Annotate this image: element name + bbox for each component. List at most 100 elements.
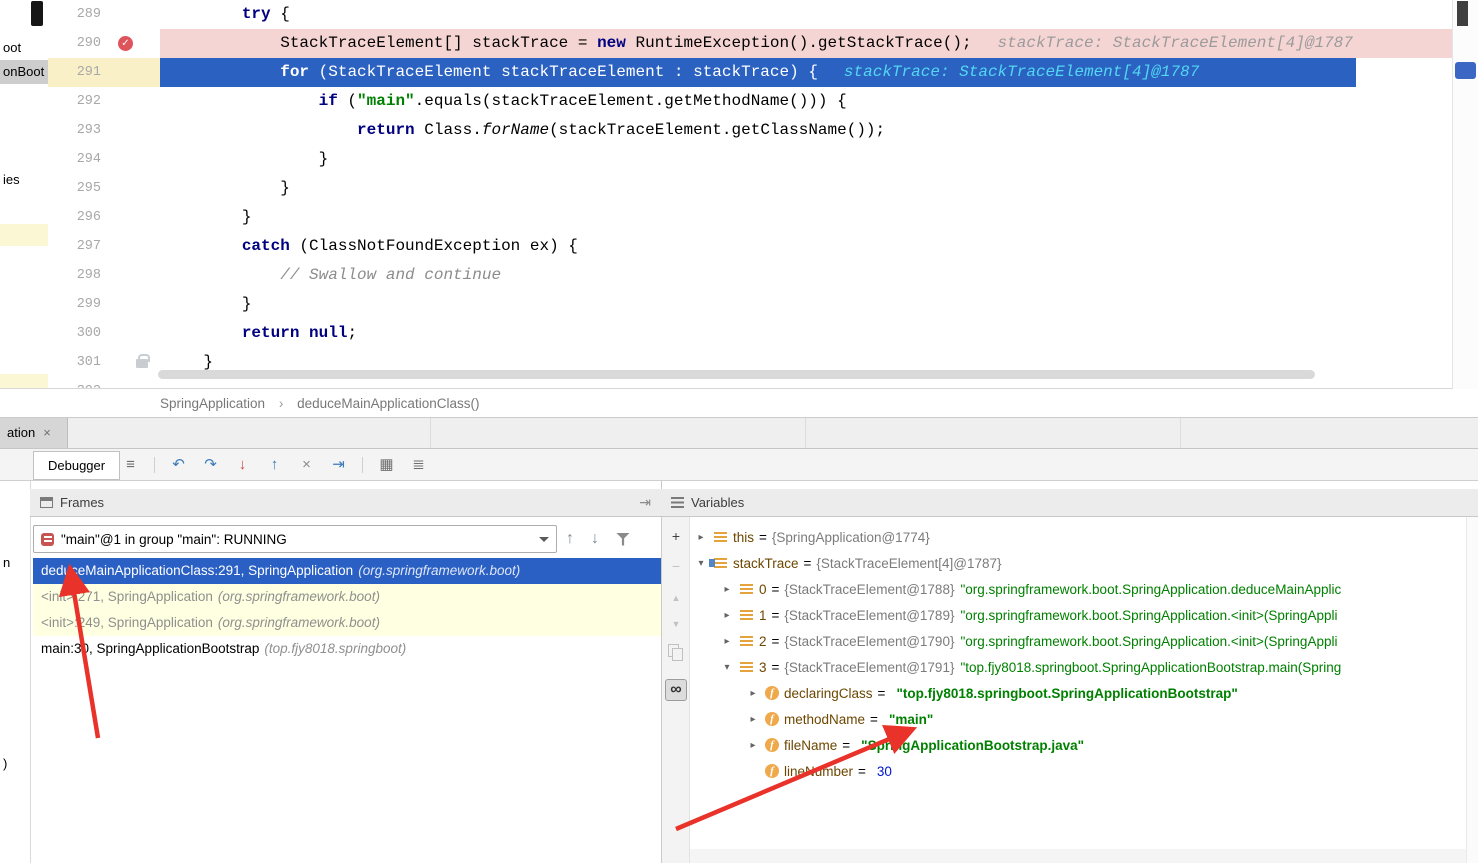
variable-row[interactable]: ▸this={SpringApplication@1774} (690, 524, 1466, 550)
settings-sliders-icon[interactable]: ≣ (408, 454, 429, 476)
line-number[interactable]: 296 (48, 203, 110, 232)
code-text[interactable]: try { (160, 0, 1452, 29)
expand-chevron-icon[interactable]: ▸ (718, 584, 736, 595)
variables-panel-header: Variables (661, 489, 1478, 517)
variable-row[interactable]: flineNumber=30 (690, 758, 1466, 784)
line-number[interactable]: 300 (48, 319, 110, 348)
move-watch-up-button[interactable]: ▲ (665, 587, 687, 609)
thread-selector[interactable]: "main"@1 in group "main": RUNNING (33, 525, 557, 553)
gutter-icon-slot (110, 290, 160, 319)
previous-frame-icon[interactable]: ↑ (566, 531, 574, 547)
code-segment: } (165, 295, 251, 313)
add-watch-button[interactable]: + (665, 525, 687, 547)
variable-row[interactable]: ▸0={StackTraceElement@1788}"org.springfr… (690, 576, 1466, 602)
execution-line-stripe-mark[interactable] (1455, 62, 1476, 79)
force-step-into-icon[interactable]: ↓ (232, 454, 253, 476)
breadcrumb-method[interactable]: deduceMainApplicationClass() (297, 396, 479, 411)
chevron-down-icon[interactable] (534, 526, 556, 552)
editor-horizontal-scrollbar[interactable] (158, 370, 1315, 379)
breadcrumb-class[interactable]: SpringApplication (160, 396, 265, 411)
code-segment: for (280, 63, 309, 81)
run-to-cursor-icon[interactable]: ⇥ (328, 454, 349, 476)
expand-chevron-icon[interactable]: ▾ (692, 558, 710, 569)
sidebar-text-fragment[interactable]: onBoot (0, 60, 48, 84)
drop-frame-icon[interactable]: × (296, 454, 317, 476)
expand-chevron-icon[interactable]: ▸ (718, 636, 736, 647)
expand-chevron-icon[interactable]: ▸ (744, 714, 762, 725)
line-number[interactable]: 292 (48, 87, 110, 116)
variable-row[interactable]: ▾3={StackTraceElement@1791}"top.fjy8018.… (690, 654, 1466, 680)
expand-chevron-icon[interactable]: ▸ (718, 610, 736, 621)
duplicate-watch-button[interactable] (665, 641, 687, 663)
line-number[interactable]: 290 (48, 29, 110, 58)
expand-chevron-icon[interactable]: ▾ (718, 662, 736, 673)
frames-header-action-icon[interactable]: ⇥ (639, 494, 651, 511)
code-text[interactable]: StackTraceElement[] stackTrace = new Run… (160, 29, 1452, 58)
line-number[interactable]: 299 (48, 290, 110, 319)
step-out-icon[interactable]: ↑ (264, 454, 285, 476)
variable-row[interactable]: ▾stackTrace={StackTraceElement[4]@1787} (690, 550, 1466, 576)
show-execution-point-icon[interactable]: ↶ (168, 454, 189, 476)
code-text[interactable]: return Class.forName(stackTraceElement.g… (160, 116, 1452, 145)
line-number[interactable]: 301 (48, 348, 110, 377)
line-number[interactable]: 293 (48, 116, 110, 145)
step-over-icon[interactable]: ↷ (200, 454, 221, 476)
filter-frames-icon[interactable] (616, 533, 630, 546)
next-frame-icon[interactable]: ↓ (591, 531, 599, 547)
line-number[interactable]: 294 (48, 145, 110, 174)
code-text[interactable]: // Swallow and continue (160, 261, 1452, 290)
code-editor[interactable]: 289 try { 290 ✓ StackTraceElement[] stackT… (48, 0, 1452, 388)
frame-row[interactable]: <init>:249, SpringApplication(org.spring… (33, 610, 661, 636)
line-number[interactable]: 302 (48, 377, 110, 388)
move-watch-down-button[interactable]: ▼ (665, 613, 687, 635)
frame-row[interactable]: deduceMainApplicationClass:291, SpringAp… (33, 558, 661, 584)
code-text[interactable]: catch (ClassNotFoundException ex) { (160, 232, 1452, 261)
project-scrollbar-thumb[interactable] (31, 1, 43, 26)
code-text[interactable]: } (160, 174, 1452, 203)
code-text[interactable]: for (StackTraceElement stackTraceElement… (160, 58, 1452, 87)
code-segment (165, 324, 242, 342)
equals-sign: = (878, 686, 886, 701)
variables-horizontal-scrollbar[interactable] (690, 849, 1466, 863)
show-watches-toggle[interactable]: ∞ (665, 679, 687, 701)
variable-row[interactable]: ▸ffileName="SpringApplicationBootstrap.j… (690, 732, 1466, 758)
frame-row[interactable]: main:30, SpringApplicationBootstrap(top.… (33, 636, 661, 662)
code-segment (165, 266, 280, 284)
code-text[interactable]: } (160, 145, 1452, 174)
code-text[interactable]: if ("main".equals(stackTraceElement.getM… (160, 87, 1452, 116)
breakpoint-icon[interactable]: ✓ (118, 36, 133, 51)
editor-vertical-scrollbar[interactable] (1452, 0, 1478, 389)
editor-tab[interactable]: ation× (0, 418, 68, 448)
grid-view-icon[interactable]: ▦ (376, 454, 397, 476)
expand-chevron-icon[interactable]: ▸ (744, 688, 762, 699)
code-text[interactable]: } (160, 290, 1452, 319)
gutter-icon-slot (110, 261, 160, 290)
code-segment: ; (347, 324, 357, 342)
code-line: 293 return Class.forName(stackTraceEleme… (48, 116, 1452, 145)
variable-row[interactable]: ▸2={StackTraceElement@1790}"org.springfr… (690, 628, 1466, 654)
expand-chevron-icon[interactable]: ▸ (744, 740, 762, 751)
expand-chevron-icon[interactable]: ▸ (692, 532, 710, 543)
line-number[interactable]: 289 (48, 0, 110, 29)
line-number[interactable]: 291 (48, 58, 110, 87)
code-text[interactable]: } (160, 203, 1452, 232)
code-segment: null (309, 324, 347, 342)
frame-location: <init>:271, SpringApplication (41, 589, 213, 604)
remove-watch-button[interactable]: − (665, 555, 687, 577)
layout-menu-icon[interactable]: ≡ (120, 454, 141, 476)
tab-debugger[interactable]: Debugger (33, 451, 120, 480)
scrollbar-thumb[interactable] (1457, 1, 1468, 26)
variable-name: methodName (784, 712, 865, 727)
line-number[interactable]: 295 (48, 174, 110, 203)
variable-row[interactable]: ▸fdeclaringClass="top.fjy8018.springboot… (690, 680, 1466, 706)
equals-sign: = (858, 764, 866, 779)
variable-row[interactable]: ▸1={StackTraceElement@1789}"org.springfr… (690, 602, 1466, 628)
variable-row[interactable]: ▸fmethodName="main" (690, 706, 1466, 732)
frame-row[interactable]: <init>:271, SpringApplication(org.spring… (33, 584, 661, 610)
line-number[interactable]: 298 (48, 261, 110, 290)
close-icon[interactable]: × (43, 425, 51, 440)
line-number[interactable]: 297 (48, 232, 110, 261)
sidebar-text-fragment: oot (0, 36, 48, 60)
code-text[interactable]: return null; (160, 319, 1452, 348)
variables-vertical-scrollbar[interactable] (1466, 517, 1478, 863)
